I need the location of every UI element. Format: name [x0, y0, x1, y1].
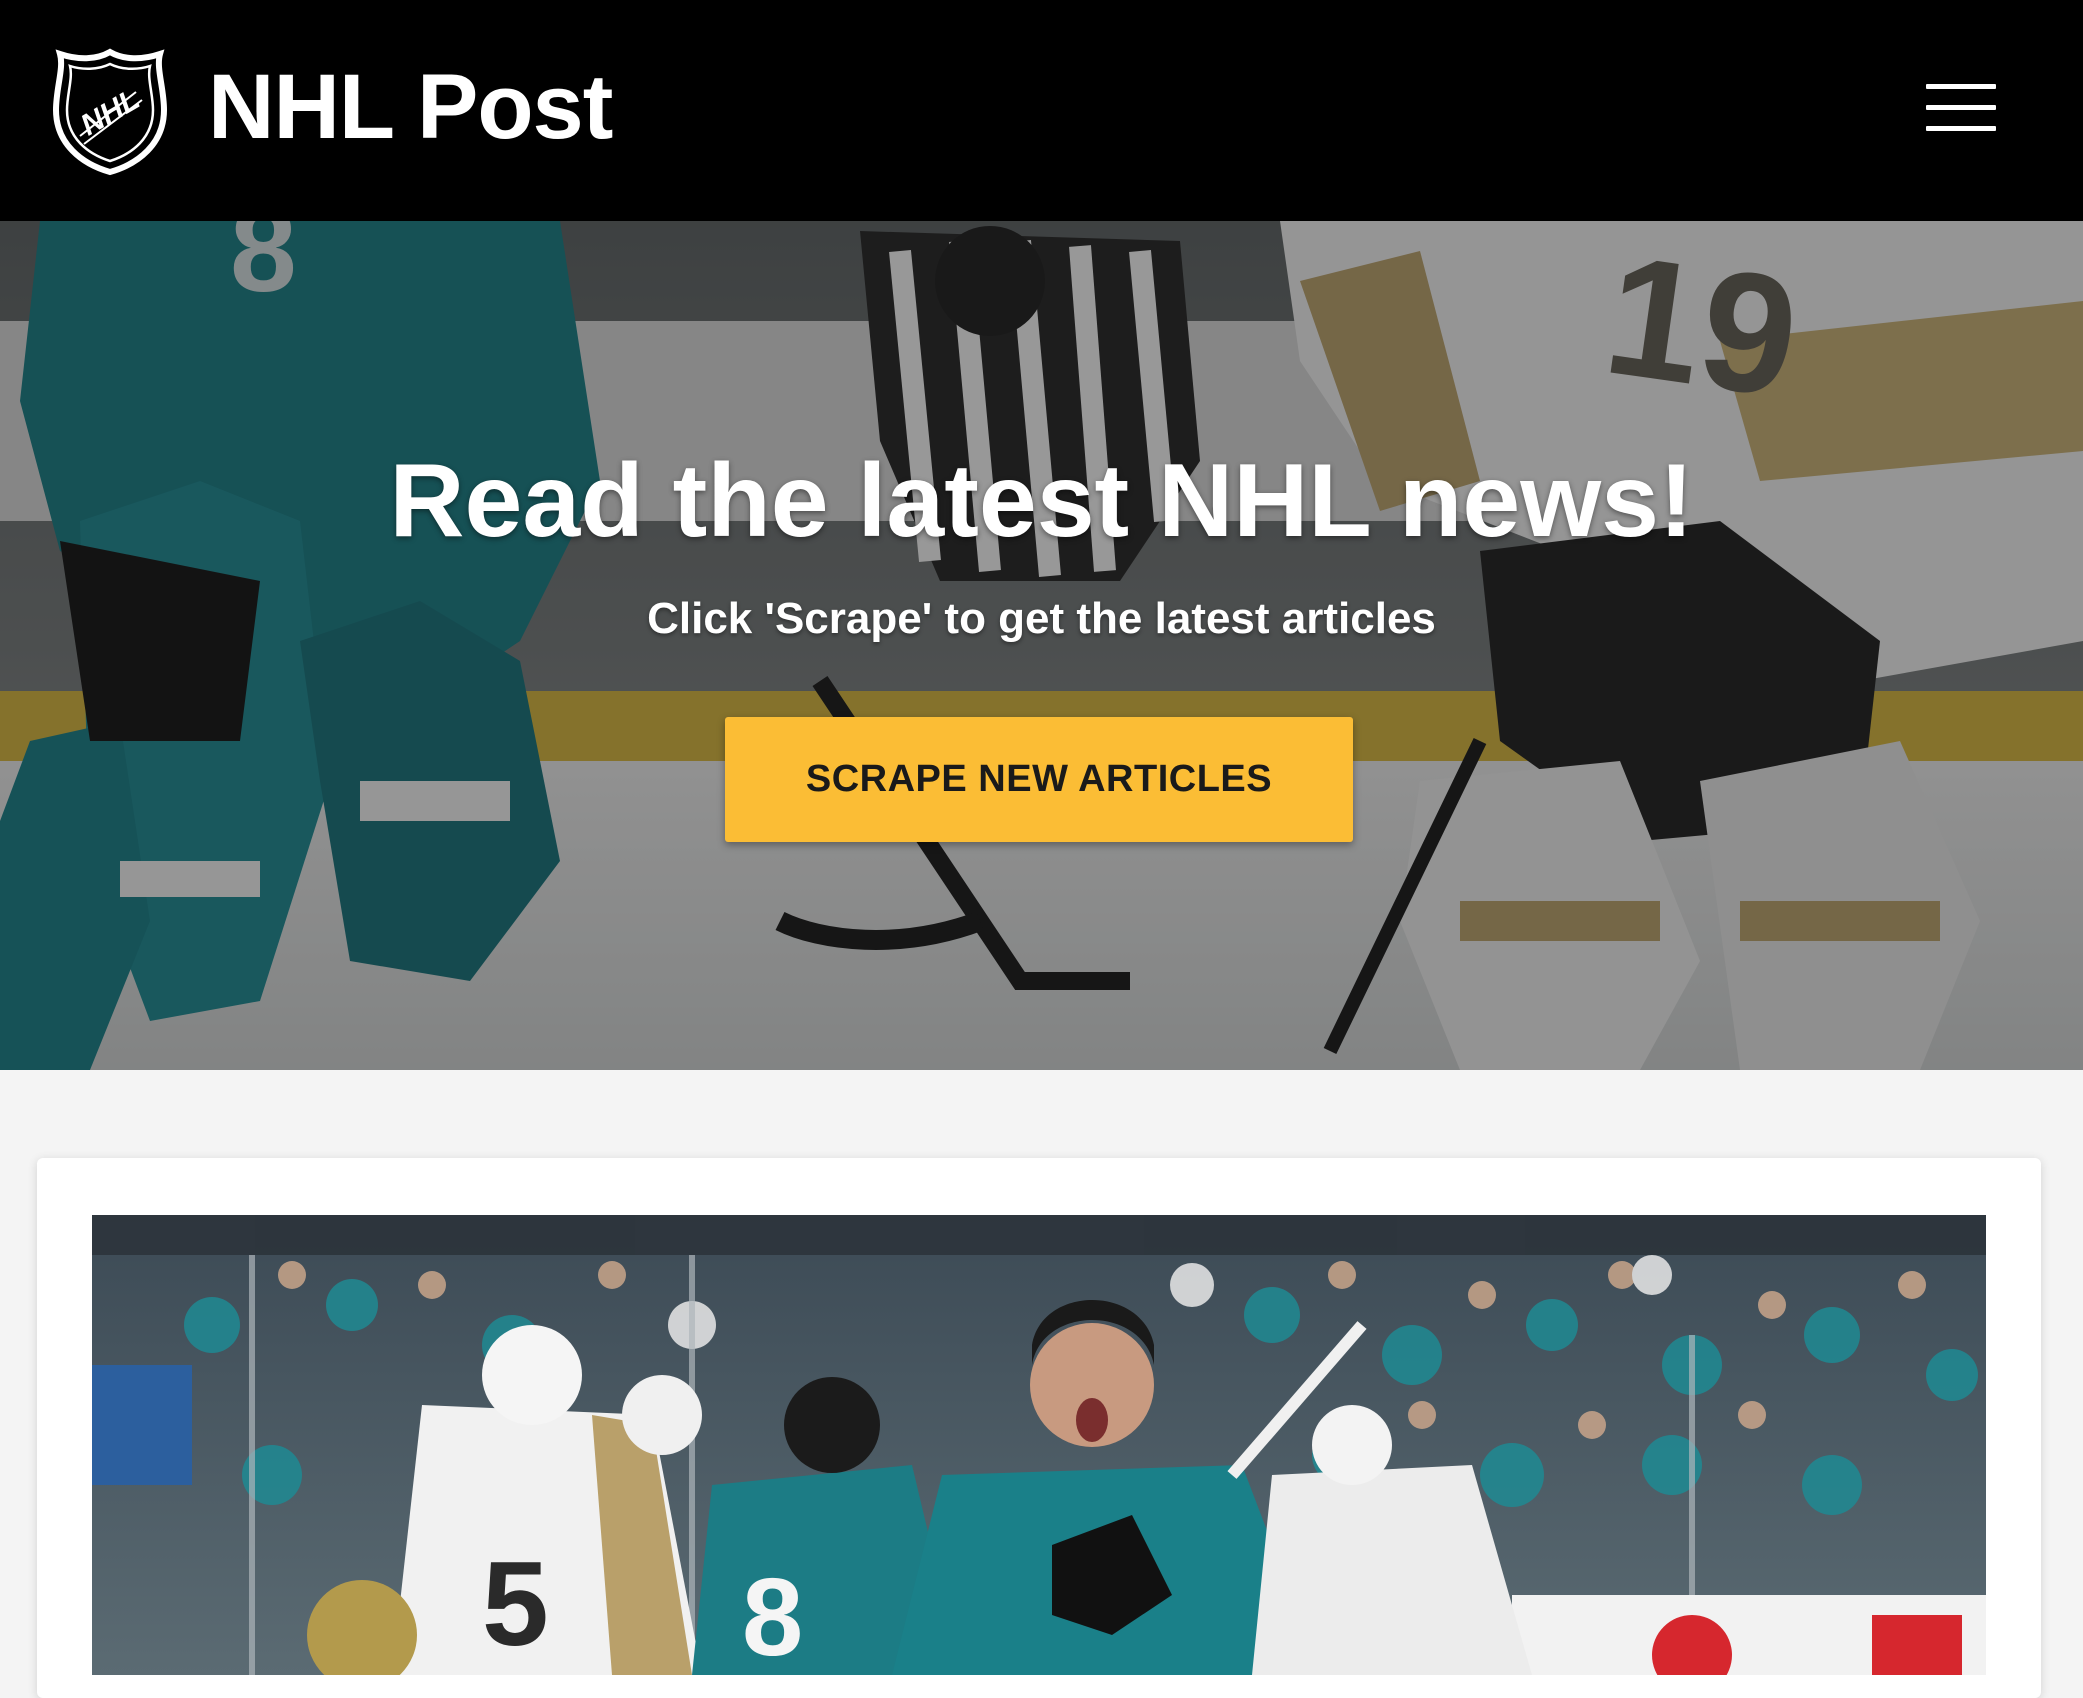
menu-bar: [1926, 84, 1996, 89]
hamburger-menu-icon[interactable]: [1926, 80, 1996, 136]
article-card[interactable]: 5 8: [37, 1158, 2041, 1698]
brand-title[interactable]: NHL Post: [208, 52, 613, 162]
hero-banner: 19 8 Read the latest NHL news! Click 'Sc…: [0, 221, 2083, 1070]
scrape-new-articles-button[interactable]: SCRAPE NEW ARTICLES: [725, 717, 1353, 842]
svg-text:5: 5: [482, 1537, 549, 1671]
hockey-celebration-photo-icon: 5 8: [92, 1215, 1986, 1675]
hero-title: Read the latest NHL news!: [389, 443, 1694, 559]
svg-text:8: 8: [742, 1556, 803, 1675]
hero-subtitle: Click 'Scrape' to get the latest article…: [647, 594, 1436, 643]
menu-bar: [1926, 105, 1996, 110]
nhl-shield-logo-icon[interactable]: NHL: [50, 48, 170, 176]
article-image[interactable]: 5 8: [92, 1215, 1986, 1675]
top-navbar: NHL NHL Post: [0, 0, 2083, 221]
menu-bar: [1926, 126, 1996, 131]
